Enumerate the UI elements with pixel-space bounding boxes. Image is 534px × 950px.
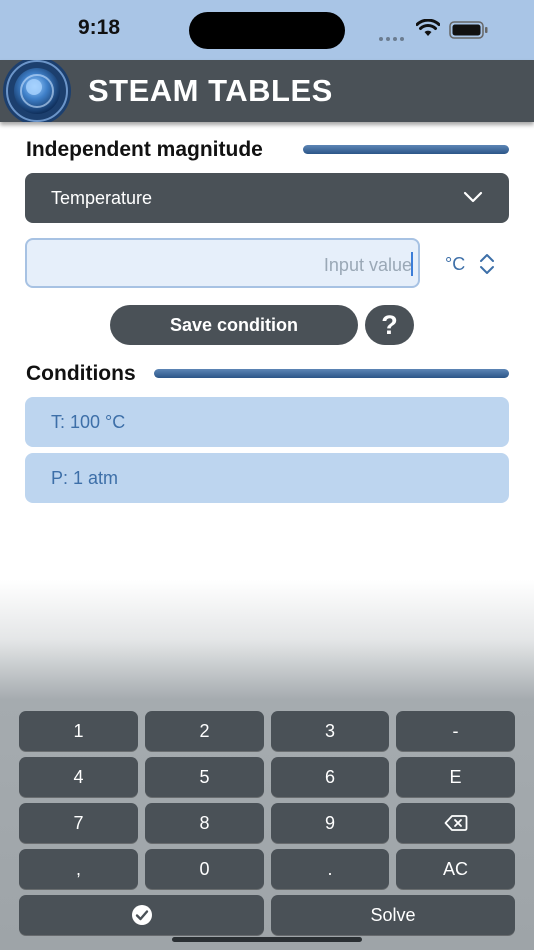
conditions-heading: Conditions — [26, 362, 142, 386]
key-3[interactable]: 3 — [271, 711, 389, 751]
battery-icon — [449, 21, 488, 39]
magnitude-select[interactable]: Temperature — [25, 173, 509, 223]
key-backspace[interactable] — [396, 803, 515, 843]
help-button[interactable]: ? — [365, 305, 414, 345]
app-title: STEAM TABLES — [88, 73, 333, 108]
text-caret — [411, 252, 413, 276]
status-time: 9:18 — [78, 16, 121, 39]
key-confirm[interactable] — [19, 895, 264, 935]
solve-button[interactable]: Solve — [271, 895, 515, 935]
key-exponent[interactable]: E — [396, 757, 515, 797]
status-bar: 9:18 — [0, 0, 534, 60]
independent-heading: Independent magnitude — [26, 138, 269, 162]
condition-item[interactable]: T: 100 °C — [25, 397, 509, 447]
logo-icon — [3, 60, 71, 122]
unit-selector-label[interactable]: °C — [445, 254, 465, 275]
home-indicator — [172, 937, 362, 942]
save-condition-button[interactable]: Save condition — [110, 305, 358, 345]
backspace-icon — [444, 814, 467, 831]
key-comma[interactable]: , — [19, 849, 138, 889]
magnitude-select-value: Temperature — [51, 188, 153, 208]
app-bar: STEAM TABLES — [0, 60, 534, 122]
checkmark-circle-icon — [131, 904, 152, 925]
key-decimal[interactable]: . — [271, 849, 389, 889]
key-4[interactable]: 4 — [19, 757, 138, 797]
condition-item[interactable]: P: 1 atm — [25, 453, 509, 503]
condition-text: T: 100 °C — [51, 412, 126, 432]
value-input-placeholder: Input value — [323, 255, 412, 275]
condition-text: P: 1 atm — [51, 468, 119, 488]
key-0[interactable]: 0 — [145, 849, 264, 889]
value-input[interactable]: Input value — [25, 238, 420, 288]
key-9[interactable]: 9 — [271, 803, 389, 843]
key-2[interactable]: 2 — [145, 711, 264, 751]
key-7[interactable]: 7 — [19, 803, 138, 843]
key-clear[interactable]: AC — [396, 849, 515, 889]
section-divider-bar — [303, 145, 509, 154]
chevron-updown-icon[interactable] — [479, 253, 495, 275]
section-divider-bar — [154, 369, 509, 378]
dynamic-island — [189, 12, 345, 49]
key-6[interactable]: 6 — [271, 757, 389, 797]
key-5[interactable]: 5 — [145, 757, 264, 797]
key-minus[interactable]: - — [396, 711, 515, 751]
key-1[interactable]: 1 — [19, 711, 138, 751]
wifi-icon — [416, 19, 440, 36]
chevron-down-icon — [463, 191, 483, 203]
key-8[interactable]: 8 — [145, 803, 264, 843]
signal-dots-icon — [379, 28, 407, 41]
